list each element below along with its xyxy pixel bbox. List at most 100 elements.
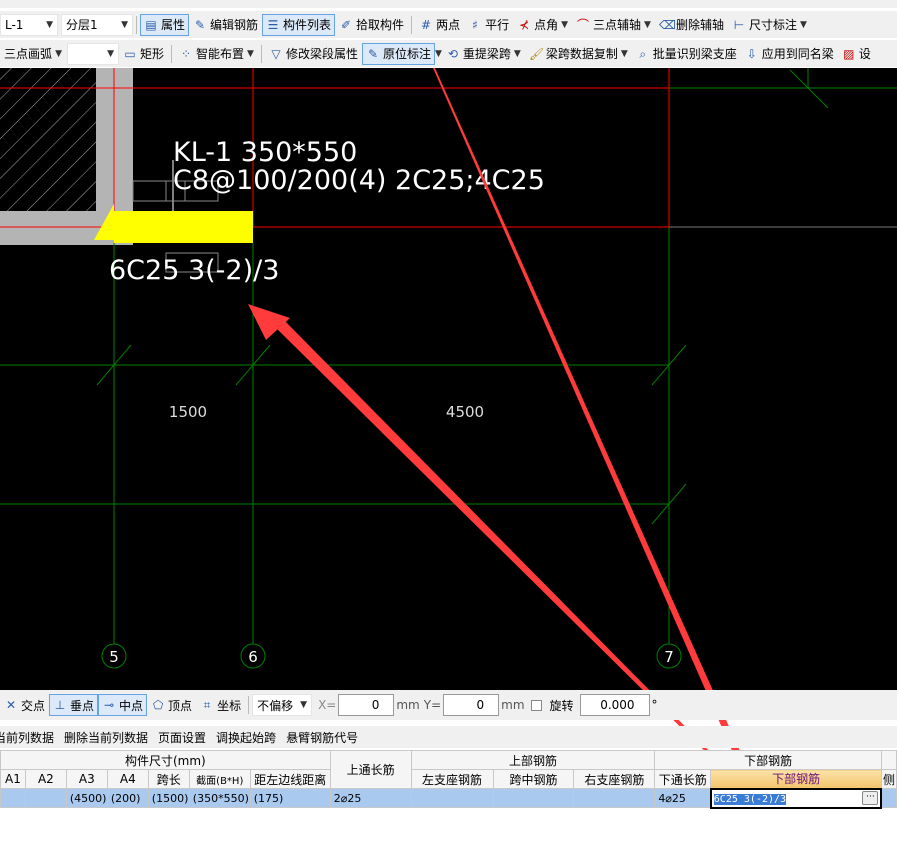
rectangle-button[interactable]: ▭ 矩形 — [119, 43, 168, 65]
bottom-rebar-cell-editor[interactable]: 6C25 3(-2)/3 ··· — [709, 787, 883, 809]
component-list-button[interactable]: ☰ 构件列表 — [262, 13, 336, 36]
component-value: L-1 — [5, 17, 24, 32]
snap-intersection[interactable]: ✕ 交点 — [0, 694, 49, 716]
header-mid-span: 跨中钢筋 — [492, 769, 575, 789]
delete-column-button[interactable]: 删除当前列数据 — [64, 729, 148, 746]
label: 原位标注 — [382, 47, 431, 61]
re-extract-span-button[interactable]: ⟲ 重提梁跨 ▼ — [442, 43, 525, 65]
label: 中点 — [119, 698, 144, 713]
magnifier-icon: ⌕ — [639, 46, 647, 61]
snap-vertex[interactable]: ⬠ 顶点 — [147, 694, 196, 716]
arc-mode-select[interactable]: 三点画弧 ▼ — [0, 42, 66, 65]
cell[interactable]: 4⌀25 — [654, 788, 712, 808]
header-span: 跨长 — [147, 769, 190, 789]
y-unit: mm — [501, 698, 525, 712]
floor-select[interactable]: 分层1 ▼ — [61, 13, 133, 36]
ellipsis-button[interactable]: ··· — [862, 790, 879, 805]
header-size: 构件尺寸(mm) — [0, 750, 331, 770]
svg-text:5: 5 — [109, 648, 119, 666]
batch-identify-button[interactable]: ⌕ 批量识别梁支座 — [632, 43, 741, 65]
apply-icon: ⇩ — [746, 46, 757, 61]
table-actions: 当前列数据 删除当前列数据 页面设置 调换起始跨 悬臂钢筋代号 — [0, 726, 897, 748]
label: 顶点 — [168, 698, 193, 713]
apply-same-name-button[interactable]: ⇩ 应用到同名梁 — [741, 43, 838, 65]
cell[interactable]: (1500) — [147, 788, 190, 808]
cell[interactable]: (4500) — [65, 788, 108, 808]
table-row[interactable]: (4500) (200) (1500) (350*550) (175) 2⌀25 4⌀25 … — [0, 787, 897, 809]
header-left-support: 左支座钢筋 — [410, 769, 494, 789]
cell[interactable] — [24, 788, 67, 808]
label: 拾取构件 — [356, 18, 405, 32]
cell[interactable] — [492, 788, 575, 808]
label: 编辑钢筋 — [210, 18, 259, 32]
cell[interactable] — [410, 788, 494, 808]
snap-midpoint[interactable]: ⊸ 中点 — [98, 694, 148, 716]
column-hatch — [0, 68, 96, 211]
eyedropper-icon: ✐ — [341, 17, 352, 32]
rectangle-icon: ▭ — [124, 46, 136, 61]
cell[interactable]: (350*550) — [188, 788, 251, 808]
bottom-rebar-input[interactable]: 6C25 3(-2)/3 — [713, 793, 787, 805]
swap-start-span-button[interactable]: 调换起始跨 — [216, 729, 276, 746]
drawing-canvas[interactable]: KL-1 350*550 C8@100/200(4) 2C25;4C25 6C2… — [0, 68, 897, 690]
cantilever-code-button[interactable]: 悬臂钢筋代号 — [286, 729, 358, 746]
chevron-down-icon[interactable]: ▼ — [435, 49, 442, 59]
chevron-down-icon: ▼ — [513, 48, 521, 59]
edit-rebar-button[interactable]: ✎ 编辑钢筋 — [189, 14, 262, 36]
menu-strip-cut — [0, 0, 897, 8]
eraser-icon: ⌫ — [658, 17, 676, 32]
delete-axis-button[interactable]: ⌫ 删除辅轴 — [655, 14, 728, 36]
label: 垂点 — [70, 698, 95, 713]
component-select[interactable]: L-1 ▼ — [0, 13, 58, 36]
type-select[interactable]: ▼ — [67, 42, 119, 65]
modify-span-button[interactable]: ▽ 修改梁段属性 — [265, 43, 362, 65]
parallel-axis-button[interactable]: ♯ 平行 — [464, 14, 513, 36]
rotate-checkbox[interactable] — [530, 699, 542, 711]
settings-button[interactable]: ▨ 设 — [838, 43, 875, 65]
header-bottom-rebar: 下部钢筋 — [710, 769, 882, 789]
pick-component-button[interactable]: ✐ 拾取构件 — [335, 14, 408, 36]
svg-text:7: 7 — [664, 648, 674, 666]
x-input[interactable]: 0 — [338, 694, 395, 716]
chevron-down-icon: ▼ — [561, 19, 569, 30]
dimension-button[interactable]: ⊢ 尺寸标注 ▼ — [728, 14, 811, 36]
cell[interactable] — [573, 788, 656, 808]
arc-icon: ⌒ — [577, 17, 590, 32]
two-point-axis-button[interactable]: # 两点 — [415, 14, 464, 36]
page-setup-button[interactable]: 页面设置 — [158, 729, 206, 746]
in-situ-annotation-button[interactable]: ✎ 原位标注 — [361, 42, 435, 65]
divider — [260, 44, 262, 63]
copy-span-data-button[interactable]: 🖌 梁跨数据复制 ▼ — [525, 43, 632, 65]
label: 两点 — [436, 18, 461, 32]
properties-button[interactable]: ▤ 属性 — [140, 13, 190, 36]
perpendicular-icon: ⊥ — [54, 698, 66, 712]
rotate-input[interactable]: 0.000 — [579, 694, 650, 716]
snap-perpendicular[interactable]: ⊥ 垂点 — [49, 694, 99, 716]
cell[interactable] — [880, 788, 897, 808]
label: 删除辅轴 — [675, 18, 724, 32]
x-label: X= — [318, 698, 337, 712]
cell[interactable]: (175) — [249, 788, 331, 808]
toolbar-2: 三点画弧 ▼ ▼ ▭ 矩形 ⁘ 智能布置 ▼ ▽ 修改梁段属性 ✎ 原位标注 ▼ ⟲ 重提梁跨 ▼… — [0, 40, 897, 67]
snap-coordinate[interactable]: ⌗ 坐标 — [196, 694, 245, 716]
beam-stirrup-label: C8@100/200(4) 2C25;4C25 — [173, 165, 545, 196]
cell[interactable]: (200) — [106, 788, 149, 808]
properties-icon: ▤ — [145, 17, 157, 32]
chevron-down-icon: ▼ — [107, 48, 114, 59]
insert-column-button[interactable]: 当前列数据 — [0, 729, 54, 746]
beam-segment[interactable] — [114, 211, 253, 243]
point-angle-button[interactable]: ⊀ 点角 ▼ — [513, 14, 572, 36]
three-point-axis-button[interactable]: ⌒ 三点辅轴 ▼ — [572, 14, 655, 36]
cell[interactable] — [0, 788, 26, 808]
label: 智能布置 — [196, 47, 245, 61]
label: 点角 — [534, 18, 559, 32]
y-input[interactable]: 0 — [443, 694, 500, 716]
header-top-rebar: 上部钢筋 — [410, 750, 656, 770]
cell[interactable]: 2⌀25 — [329, 788, 412, 808]
chevron-down-icon: ▼ — [620, 48, 628, 59]
offset-select[interactable]: 不偏移 ▼ — [252, 694, 313, 716]
svg-text:6: 6 — [248, 648, 258, 666]
axis-grid — [0, 68, 897, 644]
re-extract-icon: ⟲ — [447, 46, 458, 61]
smart-layout-button[interactable]: ⁘ 智能布置 ▼ — [175, 43, 258, 65]
